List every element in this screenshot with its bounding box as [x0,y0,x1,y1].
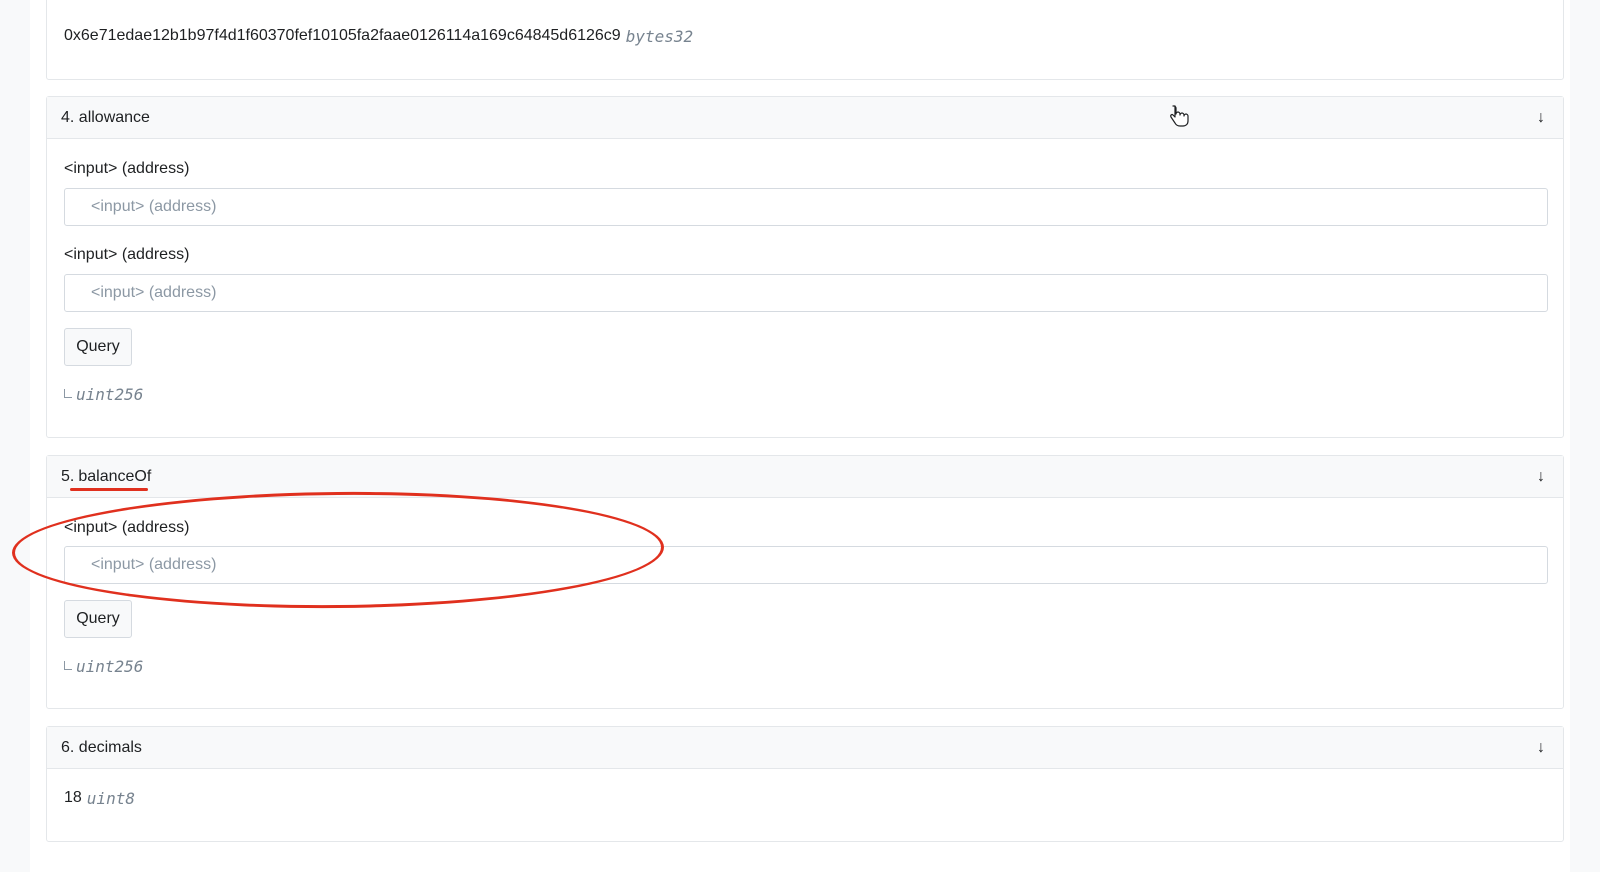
annotation-underline [70,488,148,491]
allowance-input2-label: <input> (address) [64,246,190,263]
allowance-return-type: uint256 [76,385,144,404]
decimals-title: 6. decimals [61,738,142,756]
balanceof-address-input[interactable] [64,546,1548,584]
balanceof-input-label: <input> (address) [64,519,190,536]
allowance-return: uint256 [64,385,143,404]
allowance-owner-input[interactable] [64,188,1548,226]
balanceof-card: 5. balanceOf ↓ <input> (address) Query u… [46,455,1564,709]
balanceof-return-type: uint256 [76,657,144,676]
allowance-spender-input[interactable] [64,274,1548,312]
decimals-card: 6. decimals ↓ 18 uint8 [46,726,1564,842]
decimals-result-row: 18 uint8 [64,789,135,808]
balanceof-query-button[interactable]: Query [64,600,132,638]
balanceof-return: uint256 [64,657,143,676]
balanceof-title-name: balanceOf [78,467,152,485]
page: 0x6e71edae12b1b97f4d1f60370fef10105fa2fa… [30,0,1570,872]
allowance-card: 4. allowance ↓ <input> (address) <input>… [46,96,1564,438]
hand-pointer-icon [1170,105,1189,127]
allowance-input1-label: <input> (address) [64,160,190,177]
arrow-down-icon[interactable]: ↓ [1533,739,1549,757]
decimals-type: uint8 [86,789,135,808]
decimals-value: 18 [64,789,82,806]
allowance-header[interactable]: 4. allowance ↓ [47,97,1563,139]
return-corner-icon [64,389,72,398]
return-corner-icon [64,661,72,670]
result-value: 0x6e71edae12b1b97f4d1f60370fef10105fa2fa… [64,27,621,44]
bytes32-result-card: 0x6e71edae12b1b97f4d1f60370fef10105fa2fa… [46,0,1564,80]
balanceof-header[interactable]: 5. balanceOf ↓ [47,456,1563,498]
decimals-header[interactable]: 6. decimals ↓ [47,727,1563,769]
allowance-query-button[interactable]: Query [64,328,132,366]
balanceof-title-number: 5. [61,467,75,485]
arrow-down-icon[interactable]: ↓ [1533,468,1549,486]
allowance-title: 4. allowance [61,108,150,126]
result-type: bytes32 [625,27,694,46]
arrow-down-icon[interactable]: ↓ [1533,109,1549,127]
result-row: 0x6e71edae12b1b97f4d1f60370fef10105fa2fa… [64,27,693,46]
balanceof-title: 5. balanceOf [61,468,151,486]
